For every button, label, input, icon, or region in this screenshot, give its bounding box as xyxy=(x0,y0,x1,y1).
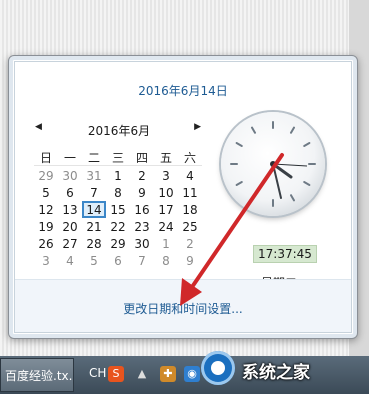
calendar-day[interactable]: 17 xyxy=(154,201,178,218)
calendar-day[interactable]: 3 xyxy=(34,252,58,269)
calendar-day[interactable]: 7 xyxy=(130,252,154,269)
taskbar-window-button[interactable]: 百度经验.tx... xyxy=(0,358,74,392)
weekday-label: 四 xyxy=(135,150,148,165)
calendar-day[interactable]: 20 xyxy=(58,218,82,235)
calendar-week-row: 12 13 14 15 16 17 18 xyxy=(34,201,202,218)
weekday-label: 日 xyxy=(39,150,52,165)
calendar-day[interactable]: 26 xyxy=(34,235,58,252)
change-date-time-settings-link[interactable]: 更改日期和时间设置... xyxy=(15,300,351,317)
calendar-day[interactable]: 23 xyxy=(130,218,154,235)
next-month-icon[interactable]: ▶ xyxy=(194,122,201,132)
calendar-day[interactable]: 15 xyxy=(106,201,130,218)
calendar-day[interactable]: 19 xyxy=(34,218,58,235)
calendar-day[interactable]: 6 xyxy=(58,184,82,201)
calendar-day[interactable]: 21 xyxy=(82,218,106,235)
calendar-day[interactable]: 4 xyxy=(58,252,82,269)
watermark: 系统之家 xyxy=(198,345,368,394)
calendar-day-selected[interactable]: 14 xyxy=(82,201,106,218)
calendar-week-row: 3 4 5 6 7 8 9 xyxy=(34,252,202,269)
analog-clock-icon xyxy=(221,112,325,216)
arrow-up-icon[interactable]: ▲ xyxy=(134,366,150,382)
calendar-day[interactable]: 30 xyxy=(58,167,82,184)
calendar-day[interactable]: 16 xyxy=(130,201,154,218)
language-indicator[interactable]: CH xyxy=(89,366,106,380)
calendar-day[interactable]: 2 xyxy=(178,235,202,252)
clock-second-hand xyxy=(272,163,308,167)
calendar-day[interactable]: 9 xyxy=(178,252,202,269)
calendar-day[interactable]: 8 xyxy=(106,184,130,201)
current-date-header[interactable]: 2016年6月14日 xyxy=(15,82,351,99)
calendar-day[interactable]: 31 xyxy=(82,167,106,184)
calendar-day[interactable]: 10 xyxy=(154,184,178,201)
weekday-header-row: 日 一 二 三 四 五 六 xyxy=(34,147,202,167)
flyout-panel: 2016年6月14日 ◀ 2016年6月 ▶ 日 一 二 三 四 五 六 29 … xyxy=(14,61,352,333)
calendar-navigation: ◀ 2016年6月 ▶ xyxy=(35,122,203,138)
calendar-day[interactable]: 28 xyxy=(82,235,106,252)
calendar-day[interactable]: 24 xyxy=(154,218,178,235)
weekday-label: 五 xyxy=(159,150,172,165)
weekday-label: 二 xyxy=(87,150,100,165)
weekday-label: 六 xyxy=(183,150,196,165)
calendar-day[interactable]: 12 xyxy=(34,201,58,218)
calendar-day[interactable]: 4 xyxy=(178,167,202,184)
calendar-day[interactable]: 2 xyxy=(130,167,154,184)
calendar-day[interactable]: 1 xyxy=(154,235,178,252)
digital-time: 17:37:45 xyxy=(253,245,317,263)
calendar-day[interactable]: 30 xyxy=(130,235,154,252)
calendar-header-divider xyxy=(34,165,202,166)
calendar-week-row: 5 6 7 8 9 10 11 xyxy=(34,184,202,201)
sogou-ime-icon[interactable]: S xyxy=(108,366,124,382)
calendar-day[interactable]: 22 xyxy=(106,218,130,235)
calendar-week-row: 29 30 31 1 2 3 4 xyxy=(34,167,202,184)
calendar-day[interactable]: 7 xyxy=(82,184,106,201)
date-time-flyout: 2016年6月14日 ◀ 2016年6月 ▶ 日 一 二 三 四 五 六 29 … xyxy=(8,55,358,339)
watermark-logo-icon xyxy=(201,351,235,385)
calendar-day[interactable]: 29 xyxy=(34,167,58,184)
calendar-week-row: 19 20 21 22 23 24 25 xyxy=(34,218,202,235)
calendar-week-row: 26 27 28 29 30 1 2 xyxy=(34,235,202,252)
calendar-day[interactable]: 1 xyxy=(106,167,130,184)
calendar-day[interactable]: 11 xyxy=(178,184,202,201)
calendar-day[interactable]: 8 xyxy=(154,252,178,269)
calendar-day[interactable]: 5 xyxy=(34,184,58,201)
weekday-label: 一 xyxy=(63,150,76,165)
calendar-day[interactable]: 25 xyxy=(178,218,202,235)
calendar-day[interactable]: 5 xyxy=(82,252,106,269)
month-title[interactable]: 2016年6月 xyxy=(35,122,203,139)
calendar-day[interactable]: 6 xyxy=(106,252,130,269)
weekday-label: 三 xyxy=(111,150,124,165)
security-shield-icon[interactable]: ✚ xyxy=(160,366,176,382)
calendar-day[interactable]: 3 xyxy=(154,167,178,184)
watermark-text: 系统之家 xyxy=(242,363,310,383)
calendar-day[interactable]: 9 xyxy=(130,184,154,201)
calendar-day[interactable]: 13 xyxy=(58,201,82,218)
calendar-day[interactable]: 29 xyxy=(106,235,130,252)
calendar-day[interactable]: 18 xyxy=(178,201,202,218)
flyout-footer: 更改日期和时间设置... xyxy=(15,279,351,332)
calendar-day[interactable]: 27 xyxy=(58,235,82,252)
